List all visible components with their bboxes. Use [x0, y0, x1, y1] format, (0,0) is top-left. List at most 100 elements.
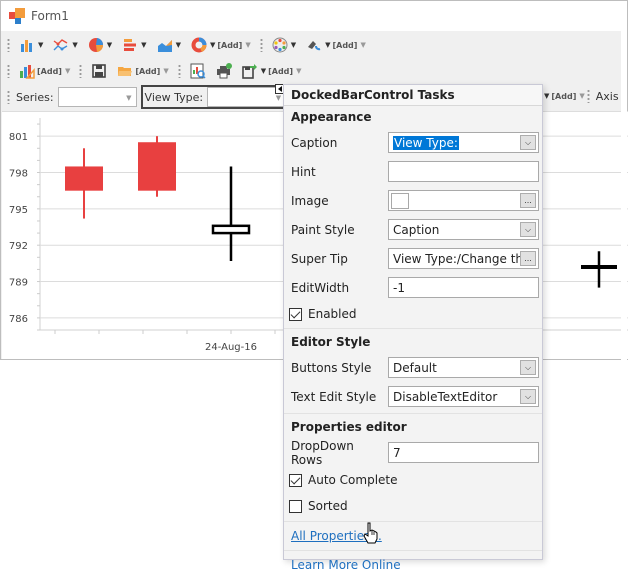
toolbar-grip[interactable]	[7, 90, 10, 104]
hint-label: Hint	[291, 164, 316, 179]
editor-style-section: Editor Style	[291, 335, 371, 349]
add-item-label: [Add]	[268, 66, 294, 76]
print-preview-button[interactable]	[187, 60, 209, 82]
hint-row: Hint	[284, 157, 542, 186]
toolbar-grip[interactable]	[7, 64, 10, 78]
doughnut-chart-icon	[191, 37, 207, 53]
paint-style-select[interactable]: Caption ⌵	[388, 219, 539, 240]
panel-title: DockedBarControl Tasks	[284, 85, 542, 106]
image-input[interactable]: ...	[388, 190, 539, 211]
title-bar: Form1	[1, 1, 627, 31]
chevron-down-icon[interactable]: ⌵	[520, 360, 536, 375]
paint-style-label: Paint Style	[291, 222, 355, 237]
view-type-label: View Type:	[144, 90, 204, 104]
add-item-label[interactable]: [Add]	[551, 92, 576, 101]
sorted-label: Sorted	[308, 499, 348, 513]
save-button[interactable]	[88, 60, 110, 82]
series-label: Series:	[16, 90, 54, 104]
appearance-section: Appearance	[291, 110, 372, 124]
series-combo[interactable]: ▼	[57, 87, 137, 107]
enabled-checkbox[interactable]	[289, 307, 302, 321]
y-tick-label: 801	[9, 132, 28, 143]
export-icon	[241, 64, 257, 79]
chart-tools-toolbar: [Add] ▼ [Add] ▼ ▼ [Add] ▼	[1, 58, 627, 84]
edit-width-input[interactable]: -1	[388, 277, 539, 298]
appearance-button[interactable]: ▼ [Add] ▼	[303, 34, 369, 56]
super-tip-label: Super Tip	[291, 251, 348, 266]
auto-complete-checkbox-row[interactable]: Auto Complete	[284, 467, 542, 493]
pie-chart-button[interactable]: ▼	[85, 34, 115, 56]
enabled-label: Enabled	[308, 307, 357, 321]
edit-width-label: EditWidth	[291, 280, 350, 295]
torn-edge	[621, 1, 627, 361]
print-button[interactable]	[213, 60, 235, 82]
ellipsis-button[interactable]: ...	[520, 193, 536, 208]
candle-body	[211, 224, 251, 235]
area-chart-icon	[157, 40, 172, 52]
buttons-style-row: Buttons Style Default ⌵	[284, 353, 542, 382]
doughnut-chart-button[interactable]: ▼ [Add] ▼	[188, 34, 254, 56]
sorted-checkbox-row[interactable]: Sorted	[284, 493, 542, 519]
horizontal-bar-chart-button[interactable]: ▼	[119, 34, 149, 56]
tasks-panel: DockedBarControl Tasks Appearance Captio…	[283, 84, 543, 572]
ellipsis-button[interactable]: ...	[520, 251, 536, 266]
y-tick-label: 795	[9, 205, 28, 216]
dropdown-rows-row: DropDown Rows 7	[284, 438, 542, 467]
dropdown-arrow-icon[interactable]: ▼	[544, 92, 549, 100]
bar-chart-button[interactable]: ▼	[16, 34, 46, 56]
edit-width-row: EditWidth -1	[284, 273, 542, 302]
folder-icon	[118, 67, 133, 76]
dropdown-rows-input[interactable]: 7	[388, 442, 539, 463]
axis-label: Axis	[595, 89, 619, 103]
toolbar-grip[interactable]	[259, 38, 263, 52]
sorted-checkbox[interactable]	[289, 499, 302, 513]
hand-cursor-icon	[363, 522, 378, 544]
toolbar-grip[interactable]	[79, 64, 83, 78]
area-chart-button[interactable]: ▼	[154, 34, 184, 56]
palette-button[interactable]: ▼	[269, 34, 299, 56]
buttons-style-label: Buttons Style	[291, 360, 372, 375]
paint-style-value: Caption	[393, 222, 440, 237]
chart-wizard-icon	[20, 65, 35, 79]
line-chart-button[interactable]: ▼	[50, 34, 80, 56]
super-tip-input[interactable]: View Type:/Change the ...	[388, 248, 539, 269]
hint-input[interactable]	[388, 161, 539, 182]
divider	[284, 413, 542, 414]
divider	[284, 328, 542, 329]
all-properties-link[interactable]: All Properties...	[284, 524, 542, 548]
caption-value: View Type:	[393, 135, 459, 150]
divider	[284, 521, 542, 522]
add-item-label: [Add]	[332, 40, 358, 50]
save-icon	[92, 64, 107, 78]
horizontal-bar-chart-icon	[124, 39, 137, 51]
text-edit-style-select[interactable]: DisableTextEditor ⌵	[388, 386, 539, 407]
run-wizard-button[interactable]: [Add] ▼	[16, 60, 73, 82]
chevron-down-icon[interactable]: ⌵	[520, 222, 536, 237]
text-edit-style-label: Text Edit Style	[291, 389, 377, 404]
super-tip-value: View Type:/Change the	[393, 251, 531, 266]
export-button[interactable]: ▼ [Add] ▼	[239, 60, 305, 82]
learn-more-online-link[interactable]: Learn More Online	[284, 553, 542, 577]
x-tick-label: 24-Aug-16	[205, 342, 257, 353]
auto-complete-checkbox[interactable]	[289, 473, 302, 487]
view-type-item-selected[interactable]: View Type: ▼	[140, 85, 291, 109]
auto-complete-label: Auto Complete	[308, 473, 398, 487]
chevron-down-icon[interactable]: ⌵	[520, 389, 536, 404]
toolbar-grip[interactable]	[7, 38, 10, 52]
toolbar-grip[interactable]	[586, 89, 590, 103]
properties-editor-section: Properties editor	[291, 420, 407, 434]
caption-input[interactable]: View Type: ⌵	[388, 132, 539, 153]
edit-width-value: -1	[393, 280, 405, 295]
paint-style-row: Paint Style Caption ⌵	[284, 215, 542, 244]
toolbar-grip[interactable]	[177, 64, 181, 78]
image-label: Image	[291, 193, 329, 208]
chevron-down-icon[interactable]: ⌵	[520, 135, 536, 150]
bar-chart-icon	[21, 40, 32, 52]
palette-icon	[272, 37, 288, 53]
super-tip-row: Super Tip View Type:/Change the ...	[284, 244, 542, 273]
y-tick-label: 786	[9, 314, 28, 325]
enabled-checkbox-row[interactable]: Enabled	[284, 302, 542, 326]
open-button[interactable]: [Add] ▼	[114, 60, 171, 82]
buttons-style-select[interactable]: Default ⌵	[388, 357, 539, 378]
y-tick-label: 792	[9, 241, 28, 252]
